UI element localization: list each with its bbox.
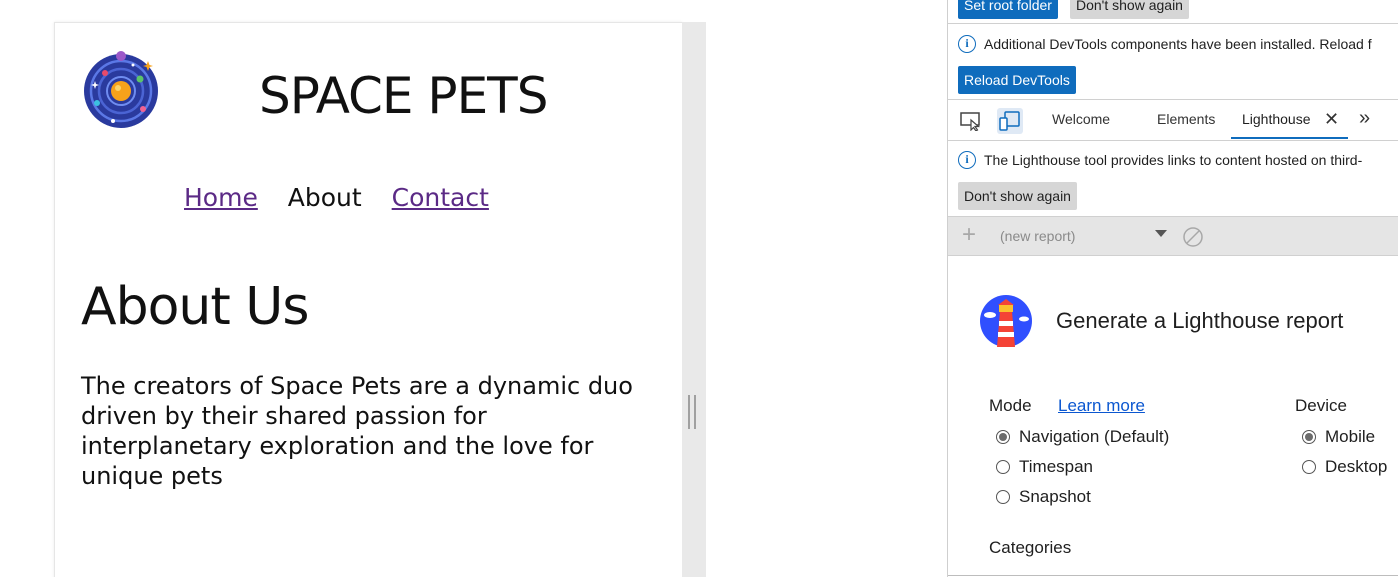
- divider: [948, 23, 1398, 24]
- radio-button[interactable]: [1302, 430, 1316, 444]
- clear-icon[interactable]: [1182, 226, 1204, 248]
- devtools-tabbar: Welcome Elements Lighthouse ✕ »: [948, 100, 1398, 140]
- device-option-desktop[interactable]: Desktop: [1302, 457, 1387, 477]
- info-icon: i: [958, 35, 976, 53]
- mode-option-navigation[interactable]: Navigation (Default): [996, 427, 1169, 447]
- nav-item-about: About: [287, 183, 362, 212]
- dont-show-again-button-top[interactable]: Don't show again: [1070, 0, 1189, 19]
- set-root-folder-button[interactable]: Set root folder: [958, 0, 1058, 19]
- main-nav: Home About Contact: [184, 183, 511, 212]
- resize-handle-icon[interactable]: [688, 395, 696, 429]
- device-option-mobile[interactable]: Mobile: [1302, 427, 1375, 447]
- radio-button[interactable]: [996, 460, 1010, 474]
- lighthouse-toolbar: + (new report): [948, 216, 1398, 256]
- radio-label: Desktop: [1325, 457, 1388, 476]
- radio-label: Timespan: [1019, 457, 1094, 476]
- mode-option-timespan[interactable]: Timespan: [996, 457, 1093, 477]
- reload-devtools-button[interactable]: Reload DevTools: [958, 66, 1076, 94]
- inspect-element-icon[interactable]: [958, 108, 984, 134]
- dont-show-again-button[interactable]: Don't show again: [958, 182, 1077, 210]
- device-emulation-icon[interactable]: [997, 108, 1023, 134]
- radio-label: Navigation (Default): [1019, 427, 1170, 446]
- tab-lighthouse[interactable]: Lighthouse: [1242, 111, 1311, 127]
- divider: [948, 575, 1398, 576]
- site-title: SPACE PETS: [259, 67, 548, 125]
- info-icon: i: [958, 151, 976, 169]
- devtools-panel: Set root folder Don't show again i Addit…: [947, 0, 1398, 577]
- lighthouse-third-party-notice: i The Lighthouse tool provides links to …: [958, 151, 1362, 169]
- nav-link-contact[interactable]: Contact: [392, 183, 489, 212]
- device-label: Device: [1295, 396, 1347, 415]
- device-resize-gutter[interactable]: [682, 22, 706, 577]
- radio-button[interactable]: [996, 430, 1010, 444]
- lighthouse-logo-icon: [980, 295, 1032, 347]
- radio-label: Mobile: [1325, 427, 1376, 446]
- report-select[interactable]: (new report): [1000, 228, 1075, 244]
- emulated-page-viewport: SPACE PETS Home About Contact About Us T…: [54, 22, 682, 577]
- radio-label: Snapshot: [1019, 487, 1091, 506]
- learn-more-link[interactable]: Learn more: [1058, 396, 1145, 416]
- nav-link-home[interactable]: Home: [184, 183, 258, 212]
- categories-label: Categories: [989, 538, 1072, 557]
- mode-option-snapshot[interactable]: Snapshot: [996, 487, 1091, 507]
- lighthouse-title: Generate a Lighthouse report: [1056, 308, 1344, 333]
- chevron-down-icon[interactable]: [1155, 230, 1167, 237]
- more-tabs-icon[interactable]: »: [1359, 107, 1370, 130]
- mode-label: Mode: [989, 396, 1032, 415]
- tab-welcome[interactable]: Welcome: [1052, 111, 1110, 127]
- notice-text: Additional DevTools components have been…: [984, 36, 1372, 52]
- divider: [948, 140, 1398, 141]
- active-tab-indicator: [1231, 137, 1348, 139]
- notice-text: The Lighthouse tool provides links to co…: [984, 152, 1363, 168]
- radio-button[interactable]: [996, 490, 1010, 504]
- tab-elements[interactable]: Elements: [1157, 111, 1215, 127]
- add-report-icon[interactable]: +: [962, 223, 976, 247]
- close-tab-icon[interactable]: ✕: [1324, 109, 1339, 130]
- galaxy-logo-icon: [84, 51, 158, 128]
- about-paragraph: The creators of Space Pets are a dynamic…: [81, 372, 633, 490]
- page-heading: About Us: [81, 277, 309, 337]
- devtools-installed-notice: i Additional DevTools components have be…: [958, 35, 1372, 53]
- radio-button[interactable]: [1302, 460, 1316, 474]
